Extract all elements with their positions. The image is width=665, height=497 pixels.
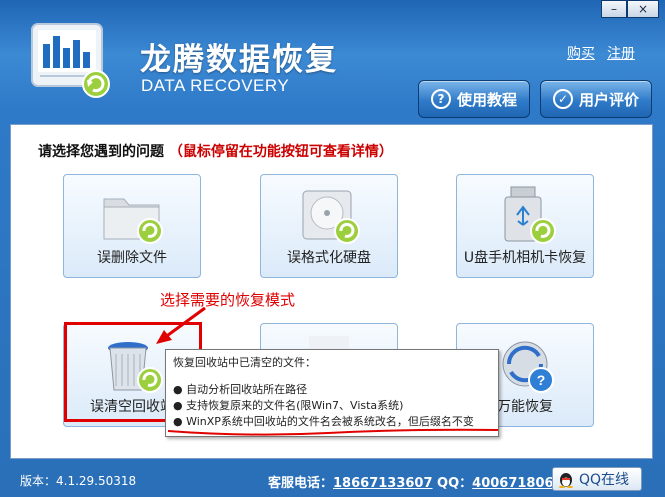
buy-link[interactable]: 购买	[567, 43, 595, 63]
prompt-hint: （鼠标停留在功能按钮可查看详情）	[168, 144, 393, 160]
close-button[interactable]: ×	[627, 0, 659, 18]
register-link[interactable]: 注册	[607, 43, 635, 63]
tooltip-line: ● 支持恢复原来的文件名(限Win7、Vista系统)	[173, 399, 404, 412]
review-button-label: 用户评价	[579, 90, 640, 109]
hard-disk-icon	[302, 190, 360, 244]
tile-label: U盘手机相机卡恢复	[463, 250, 587, 266]
thumbs-up-icon: ✓	[553, 89, 573, 109]
app-title: 龙腾数据恢复	[140, 42, 338, 78]
status-bar: 版本：4.1.29.50318 客服电话：18667133607 QQ：4006…	[0, 462, 665, 497]
tile-deleted-files[interactable]: 误删除文件	[63, 174, 201, 278]
app-window: – × 龙腾数据恢复 DATA RECOVERY 购买 注册 ? 使用教程 ✓ …	[0, 0, 665, 497]
qq-online-button[interactable]: QQ在线	[552, 467, 642, 491]
tutorial-button[interactable]: ? 使用教程	[418, 80, 530, 118]
app-subtitle: DATA RECOVERY	[141, 76, 290, 95]
tutorial-button-label: 使用教程	[457, 90, 518, 109]
qq-prefix: QQ：	[432, 476, 473, 491]
annotation-underline	[167, 428, 499, 436]
qq-button-label: QQ在线	[579, 472, 630, 488]
usb-drive-icon	[504, 186, 556, 244]
version-text: 版本：4.1.29.50318	[20, 474, 137, 488]
contact-info: 客服电话：18667133607 QQ：4006718068	[268, 472, 563, 491]
phone-number: 18667133607	[333, 476, 433, 491]
universal-recovery-icon: ?	[502, 341, 554, 393]
prompt-text: 请选择您遇到的问题 （鼠标停留在功能按钮可查看详情）	[38, 141, 393, 161]
help-icon: ?	[431, 89, 451, 109]
tile-formatted-disk[interactable]: 误格式化硬盘	[260, 174, 398, 278]
annotation-arrow	[156, 306, 206, 344]
qq-number: 4006718068	[472, 476, 563, 491]
svg-text:?: ?	[537, 372, 546, 388]
tooltip-title: 恢复回收站中已清空的文件：	[173, 356, 316, 369]
window-controls: – ×	[601, 0, 659, 18]
contact-prefix: 客服电话：	[268, 476, 334, 491]
penguin-icon	[559, 473, 573, 488]
tooltip-line: ● 自动分析回收站所在路径	[173, 383, 308, 396]
tile-label: 误格式化硬盘	[287, 250, 371, 266]
minimize-button[interactable]: –	[601, 0, 627, 18]
tile-usb-camera-card[interactable]: U盘手机相机卡恢复	[456, 174, 594, 278]
prompt-label: 请选择您遇到的问题	[38, 144, 164, 160]
review-button[interactable]: ✓ 用户评价	[540, 80, 652, 118]
top-links: 购买 注册	[567, 43, 635, 63]
folder-icon	[103, 198, 163, 244]
tile-label: 误删除文件	[97, 250, 167, 266]
app-logo-icon	[31, 23, 110, 98]
